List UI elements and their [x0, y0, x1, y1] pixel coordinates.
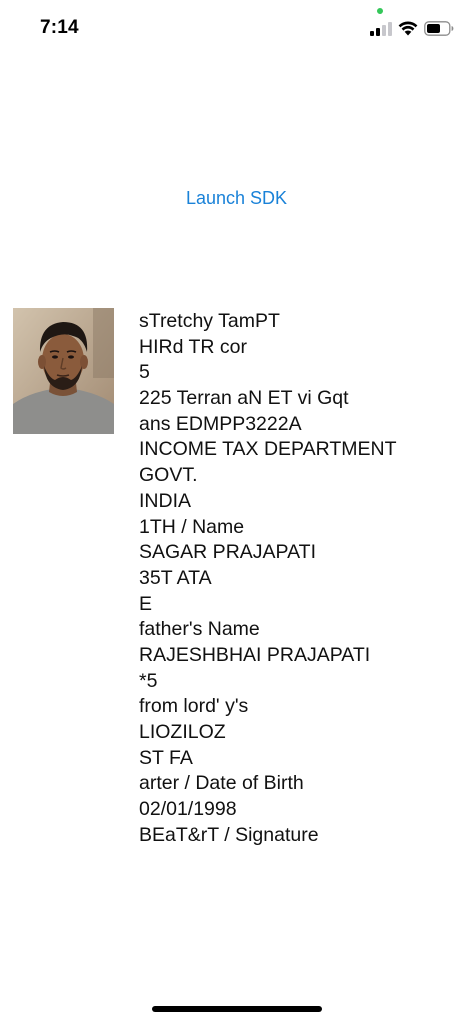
ocr-text-line: 02/01/1998	[139, 798, 237, 821]
cellular-signal-icon	[370, 22, 392, 36]
ocr-text-line: ST FA	[139, 746, 193, 769]
ocr-text-line: 225 Terran aN ET vi Gqt	[139, 387, 349, 410]
ocr-text-line: BEaT&rT / Signature	[139, 823, 319, 846]
ocr-text-line: INCOME TAX DEPARTMENT	[139, 438, 397, 461]
ocr-text-line: from lord' y's	[139, 695, 249, 718]
ocr-text-line: 35T ATA	[139, 566, 212, 589]
ocr-text-list: sTretchy TamPT HIRd TR cor 5 225 Terran aN …	[139, 309, 397, 848]
ocr-text-line: LIOZILOZ	[139, 721, 226, 743]
ocr-text-line: ans EDMPP3222A	[139, 412, 302, 435]
privacy-indicator-dot	[377, 8, 383, 14]
ocr-text-line: GOVT.	[139, 464, 198, 487]
status-time: 7:14	[40, 17, 79, 38]
ocr-text-line: RAJESHBHAI PRAJAPATI	[139, 643, 371, 666]
home-indicator[interactable]	[152, 1006, 322, 1012]
ocr-text-line: 5	[139, 361, 150, 384]
ocr-text-line: INDIA	[139, 489, 192, 512]
wifi-icon	[398, 21, 418, 36]
ocr-text-line: 1TH / Name	[139, 515, 245, 538]
face-photo	[13, 308, 114, 434]
launch-sdk-button[interactable]: Launch SDK	[0, 188, 473, 209]
ocr-text-line: father's Name	[139, 618, 260, 641]
ocr-text-line: HIRd TR cor	[139, 335, 247, 358]
battery-icon	[424, 21, 454, 36]
ocr-text-line: sTretchy TamPT	[139, 310, 280, 332]
ocr-text-line: *5	[139, 669, 158, 692]
face-photo-image	[13, 308, 114, 434]
ocr-text-line: arter / Date of Birth	[139, 772, 304, 795]
status-bar: 7:14	[0, 0, 473, 60]
ocr-text-line: SAGAR PRAJAPATI	[139, 541, 316, 564]
ocr-text-line: E	[139, 592, 153, 615]
